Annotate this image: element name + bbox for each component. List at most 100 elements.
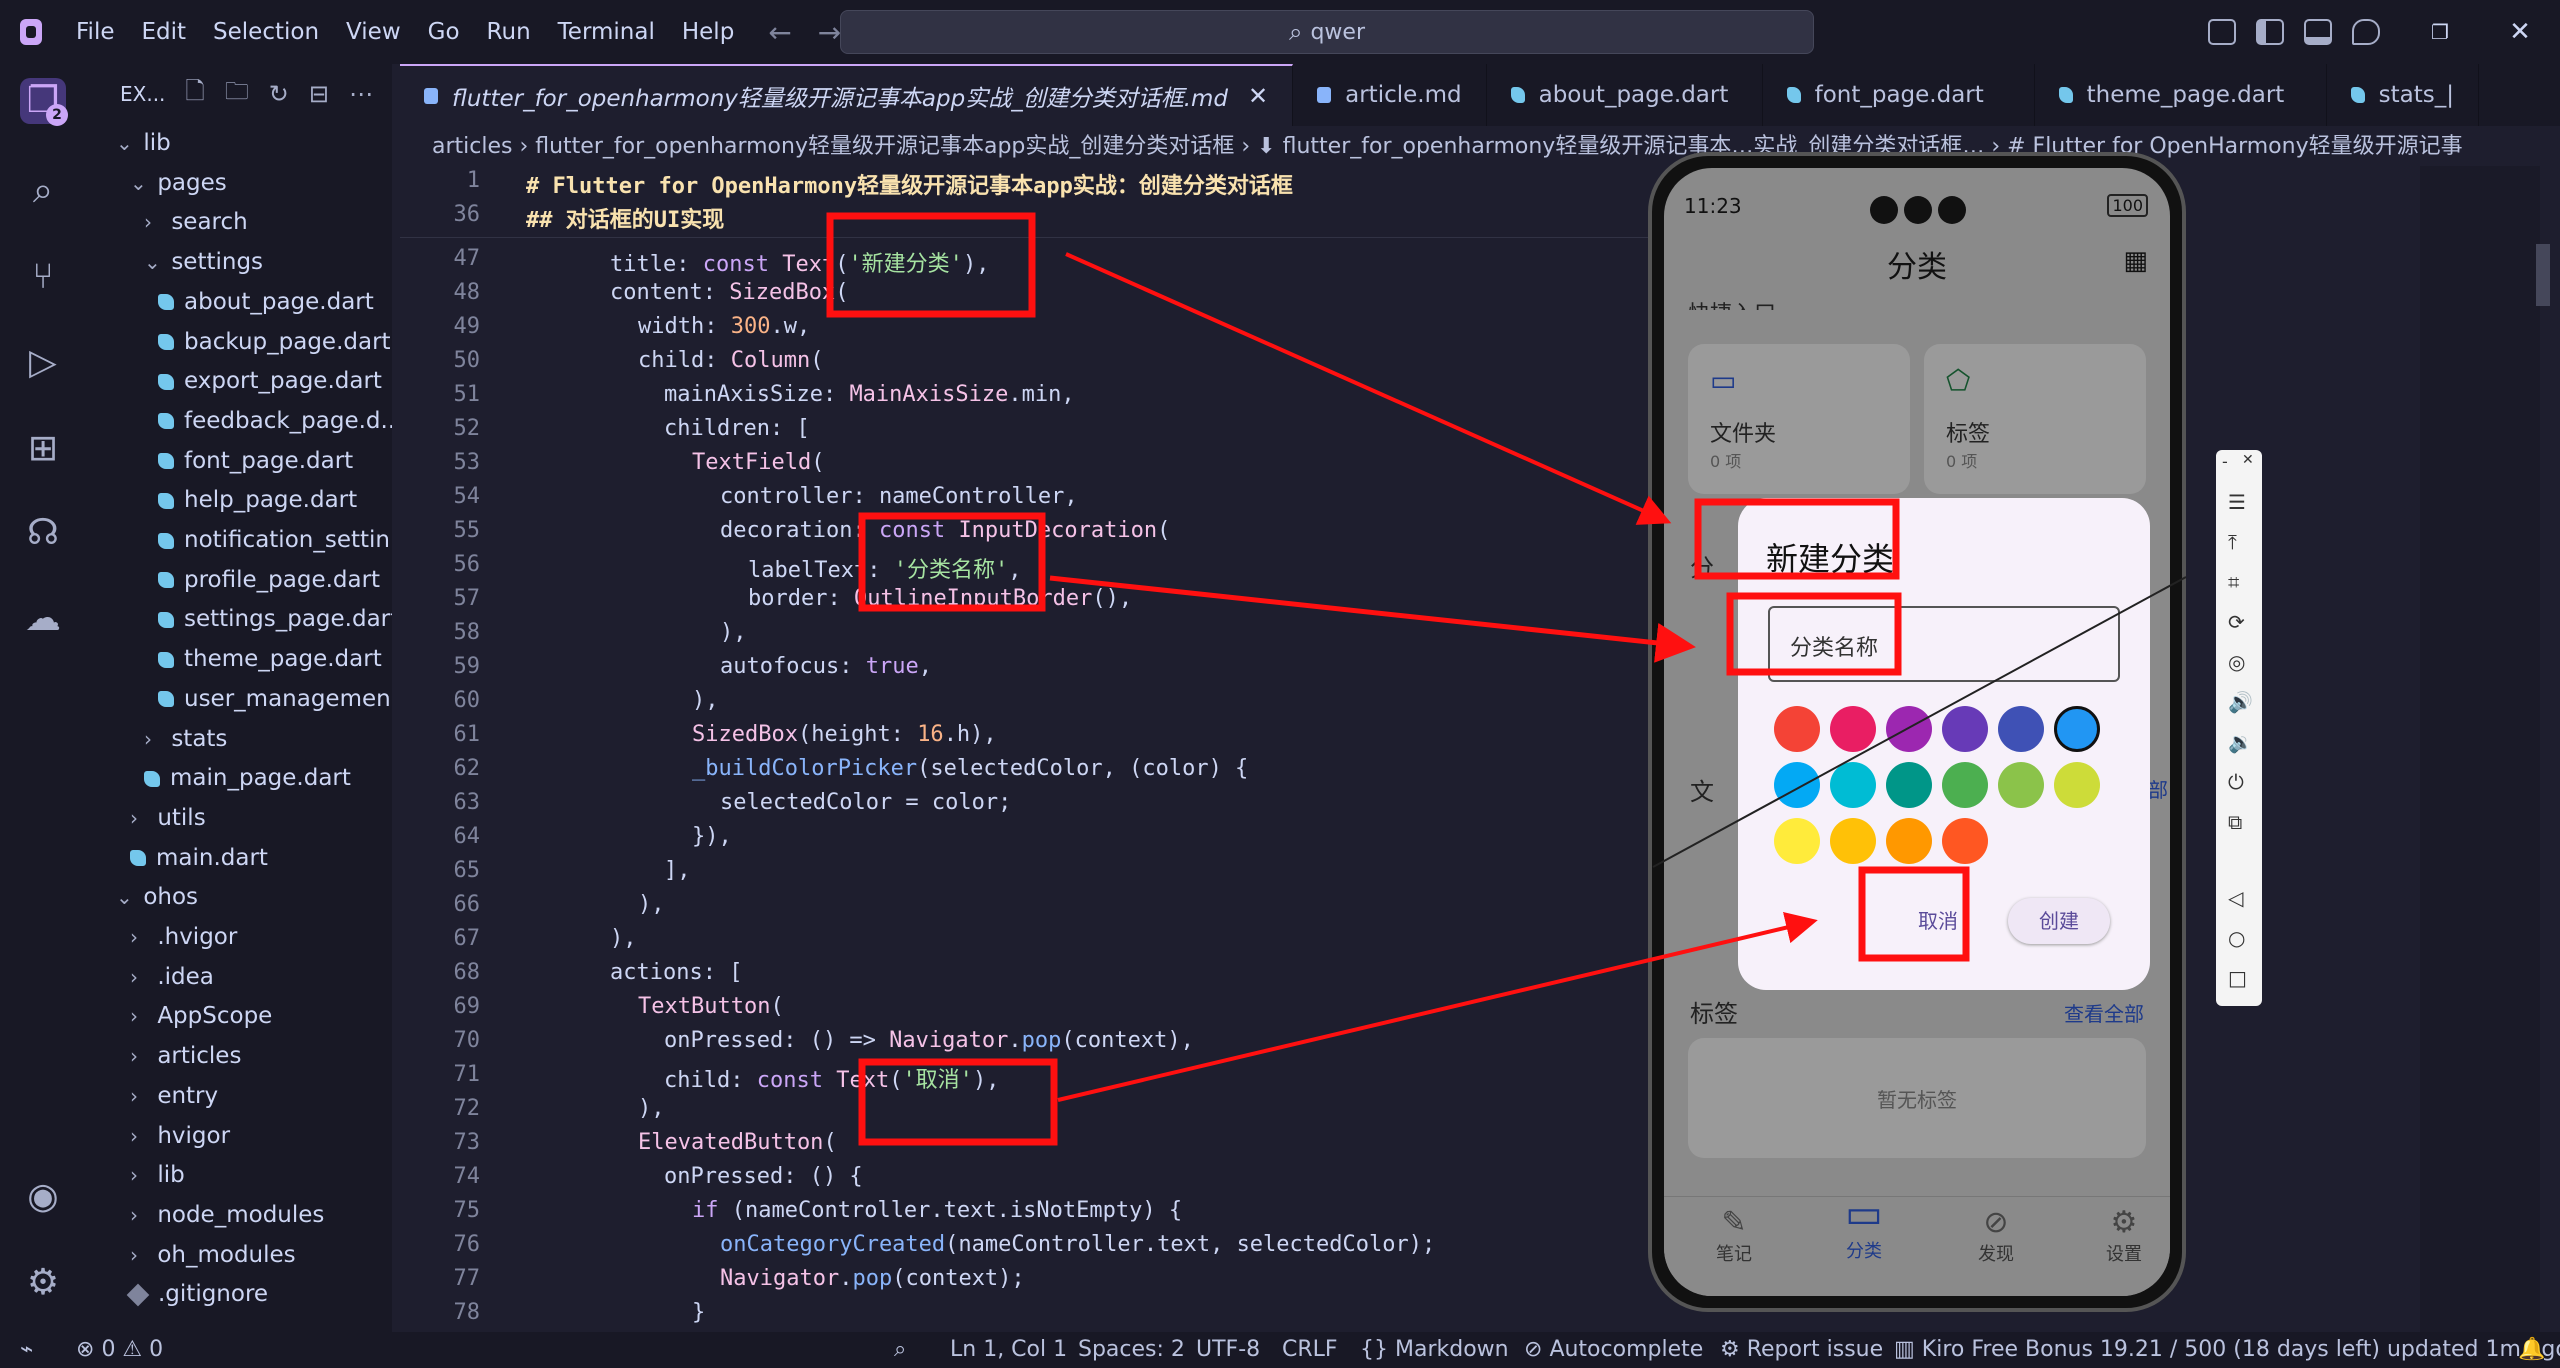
tree-item[interactable]: main_page.dart xyxy=(86,759,392,797)
explorer-icon[interactable]: ❐ 2 xyxy=(20,78,68,126)
search-icon[interactable]: ⌕ xyxy=(20,168,66,214)
category-name-input[interactable]: 分类名称 xyxy=(1768,606,2120,682)
tree-item[interactable]: ⌄ settings xyxy=(86,243,392,281)
run-debug-icon[interactable]: ▷ xyxy=(20,340,66,386)
breadcrumb[interactable]: articles › flutter_for_openharmony轻量级开源记… xyxy=(432,128,2552,166)
tree-item[interactable]: main.dart xyxy=(86,839,392,877)
problems-indicator[interactable]: ⊗ 0 ⚠ 0 xyxy=(76,1332,163,1368)
kiro-bonus[interactable]: ▥ Kiro Free Bonus 19.21 / 500 (18 days l… xyxy=(1894,1332,2560,1368)
tree-item[interactable]: › AppScope xyxy=(86,997,392,1035)
tree-item[interactable]: export_page.dart xyxy=(86,362,392,400)
indentation[interactable]: Spaces: 2 xyxy=(1078,1332,1185,1368)
menu-help[interactable]: Help xyxy=(682,19,734,45)
tag-card[interactable]: ⬠ 标签 0 项 xyxy=(1924,344,2146,494)
cursor-position[interactable]: Ln 1, Col 1 xyxy=(950,1332,1067,1368)
rotate-icon[interactable]: ⟳ xyxy=(2228,610,2245,634)
nav-item-categories[interactable]: ▭ 分类 xyxy=(1824,1191,1904,1263)
tree-item[interactable]: ⌄ lib xyxy=(86,124,392,162)
volume-up-icon[interactable]: 🔊 xyxy=(2228,690,2253,714)
tree-item[interactable]: › entry xyxy=(86,1077,392,1115)
tab-theme-page[interactable]: theme_page.dart xyxy=(2035,64,2327,126)
folder-card[interactable]: ▭ 文件夹 0 项 xyxy=(1688,344,1910,494)
tree-item[interactable]: theme_page.dart xyxy=(86,640,392,678)
tree-item[interactable]: › hvigor xyxy=(86,1117,392,1155)
tab-about-page[interactable]: about_page.dart xyxy=(1487,64,1763,126)
close-tab-icon[interactable]: ✕ xyxy=(1248,82,1268,110)
color-swatch[interactable] xyxy=(1886,706,1932,752)
menu-run[interactable]: Run xyxy=(487,19,531,45)
close-window-icon[interactable]: ✕ xyxy=(2480,17,2560,47)
collapse-all-icon[interactable]: ⊟ xyxy=(309,80,329,108)
calendar-icon[interactable]: ▦ xyxy=(2123,246,2148,276)
color-swatch[interactable] xyxy=(1830,818,1876,864)
screenshot-icon[interactable]: ⧉ xyxy=(2228,810,2242,834)
tree-item[interactable]: help_page.dart xyxy=(86,481,392,519)
power-icon[interactable]: ⏻ xyxy=(2228,770,2244,794)
tree-item[interactable]: feedback_page.d... xyxy=(86,402,392,440)
restore-window-icon[interactable]: ❐ xyxy=(2400,20,2480,44)
more-icon[interactable]: ⋯ xyxy=(349,80,373,108)
tree-item[interactable]: › articles xyxy=(86,1037,392,1075)
tree-item[interactable]: › lib xyxy=(86,1156,392,1194)
chat-icon[interactable] xyxy=(2352,19,2380,45)
tab-font-page[interactable]: font_page.dart xyxy=(1763,64,2035,126)
menu-terminal[interactable]: Terminal xyxy=(558,19,655,45)
menu-go[interactable]: Go xyxy=(428,19,460,45)
forward-arrow-icon[interactable]: → xyxy=(818,16,841,49)
nav-item-discover[interactable]: ⊘ 发现 xyxy=(1956,1205,2036,1266)
tree-item[interactable]: backup_page.dart xyxy=(86,323,392,361)
extensions-icon[interactable]: ⊞ xyxy=(20,426,66,472)
ghost-icon[interactable]: ☊ xyxy=(20,510,66,556)
color-swatch[interactable] xyxy=(1774,762,1820,808)
location-icon[interactable]: ◎ xyxy=(2228,650,2245,674)
tab-active-markdown[interactable]: flutter_for_openharmony轻量级开源记事本app实战_创建分… xyxy=(400,64,1294,126)
sticky-scroll-header[interactable]: 1 # Flutter for OpenHarmony轻量级开源记事本app实战… xyxy=(400,166,1650,238)
autocomplete-toggle[interactable]: ⊘ Autocomplete xyxy=(1524,1332,1703,1368)
tab-stats-page[interactable]: stats_| xyxy=(2327,64,2479,126)
tree-item[interactable]: › search xyxy=(86,203,392,241)
menu-edit[interactable]: Edit xyxy=(142,19,187,45)
toggle-sidebar-icon[interactable] xyxy=(2256,19,2284,45)
back-arrow-icon[interactable]: ← xyxy=(768,16,791,49)
color-swatch[interactable] xyxy=(1942,818,1988,864)
close-icon[interactable]: ✕ xyxy=(2242,452,2254,468)
refresh-icon[interactable]: ↻ xyxy=(269,80,289,108)
tree-item[interactable]: about_page.dart xyxy=(86,283,392,321)
source-control-icon[interactable]: ⑂ xyxy=(20,254,66,300)
tree-item[interactable]: › stats xyxy=(86,720,392,758)
tree-item[interactable]: profile_page.dart xyxy=(86,561,392,599)
notifications-bell-icon[interactable]: 🔔 xyxy=(2518,1332,2545,1368)
account-icon[interactable]: ◉ xyxy=(20,1174,66,1220)
new-folder-icon[interactable]: 🗀 xyxy=(225,74,249,115)
tree-item[interactable]: ⌄ ohos xyxy=(86,878,392,916)
minimize-icon[interactable]: - xyxy=(2222,452,2228,471)
tree-item[interactable]: settings_page.dart xyxy=(86,600,392,638)
color-swatch[interactable] xyxy=(1886,818,1932,864)
color-swatch[interactable] xyxy=(2054,706,2100,752)
minimap[interactable] xyxy=(2420,166,2540,1332)
color-swatch[interactable] xyxy=(2054,762,2100,808)
remote-icon[interactable]: ⌁ xyxy=(20,1332,33,1368)
tree-item[interactable]: notification_settin... xyxy=(86,521,392,559)
line-endings[interactable]: CRLF xyxy=(1282,1332,1338,1368)
tree-item[interactable]: › node_modules xyxy=(86,1196,392,1234)
back-nav-icon[interactable]: ◁ xyxy=(2228,886,2243,910)
manage-gear-icon[interactable]: ⚙ xyxy=(20,1260,66,1306)
language-mode[interactable]: {} Markdown xyxy=(1360,1332,1509,1368)
color-swatch[interactable] xyxy=(1942,706,1988,752)
tree-item[interactable]: font_page.dart xyxy=(86,442,392,480)
pin-top-icon[interactable]: ⤒ xyxy=(2228,530,2237,554)
tree-item[interactable]: › .idea xyxy=(86,958,392,996)
menu-file[interactable]: File xyxy=(76,19,115,45)
command-center-search[interactable]: ⌕ qwer xyxy=(840,10,1814,54)
customize-layout-icon[interactable] xyxy=(2208,19,2236,45)
create-button[interactable]: 创建 xyxy=(2008,898,2110,944)
tree-item[interactable]: .gitignore xyxy=(86,1275,392,1313)
crop-icon[interactable]: ⌗ xyxy=(2228,570,2239,594)
color-swatch[interactable] xyxy=(1942,762,1988,808)
menu-view[interactable]: View xyxy=(346,19,401,45)
volume-down-icon[interactable]: 🔉 xyxy=(2228,730,2253,754)
nav-item-notes[interactable]: ✎ 笔记 xyxy=(1694,1205,1774,1266)
tab-article[interactable]: article.md xyxy=(1293,64,1487,126)
nav-item-settings[interactable]: ⚙ 设置 xyxy=(2084,1205,2164,1266)
